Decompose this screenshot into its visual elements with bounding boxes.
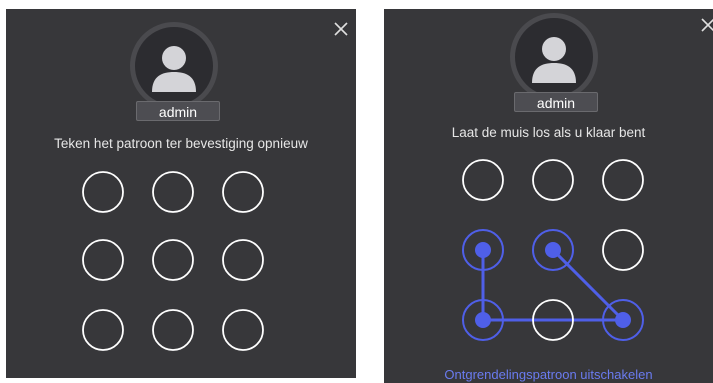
pattern-dot-8[interactable] (152, 309, 194, 351)
pattern-dot-2[interactable] (532, 159, 574, 201)
pattern-dialog-confirm: admin Teken het patroon ter bevestiging … (6, 9, 356, 378)
pattern-dot-1[interactable] (462, 159, 504, 201)
pattern-dot-6[interactable] (602, 229, 644, 271)
disable-pattern-link[interactable]: Ontgrendelingspatroon uitschakelen (384, 367, 713, 382)
pattern-dot-9[interactable] (222, 309, 264, 351)
pattern-dot-7[interactable] (82, 309, 124, 351)
pattern-dialog-draw: admin Laat de muis los als u klaar bent … (384, 9, 713, 383)
pattern-dot-4[interactable] (82, 239, 124, 281)
pattern-dot-1[interactable] (82, 171, 124, 213)
pattern-grid[interactable] (384, 9, 713, 383)
pattern-grid[interactable] (6, 9, 356, 378)
pattern-connection-line (551, 248, 625, 322)
pattern-dot-5[interactable] (532, 229, 574, 271)
pattern-dot-5[interactable] (152, 239, 194, 281)
pattern-dot-2[interactable] (152, 171, 194, 213)
pattern-dot-6[interactable] (222, 239, 264, 281)
pattern-dot-3[interactable] (602, 159, 644, 201)
pattern-dot-3[interactable] (222, 171, 264, 213)
